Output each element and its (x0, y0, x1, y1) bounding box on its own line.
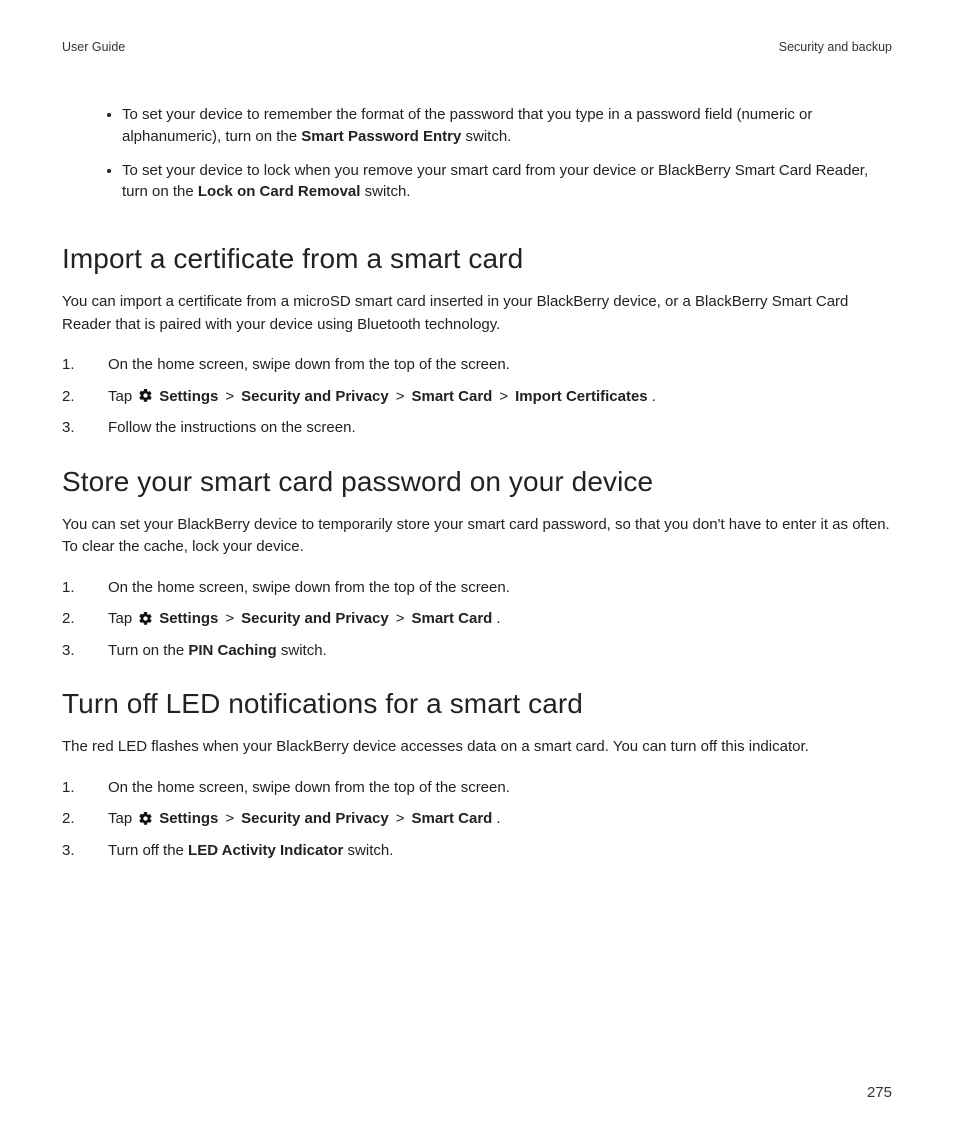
section-heading-import: Import a certificate from a smart card (62, 243, 892, 275)
step-text: Tap (108, 608, 132, 631)
step-text: On the home screen, swipe down from the … (108, 579, 510, 596)
step-bold: PIN Caching (188, 642, 276, 659)
path-smartcard: Smart Card (411, 808, 492, 831)
step-bold: LED Activity Indicator (188, 842, 343, 859)
page-number: 275 (867, 1084, 892, 1101)
list-item: Tap Settings > Security and Privacy > Sm… (62, 808, 892, 831)
step-text: switch. (277, 642, 327, 659)
list-item: Turn on the PIN Caching switch. (62, 640, 892, 663)
bullet-text: switch. (461, 128, 511, 145)
section-intro: You can set your BlackBerry device to te… (62, 514, 892, 559)
breadcrumb-separator: > (225, 608, 234, 631)
step-text: switch. (343, 842, 393, 859)
list-item: Turn off the LED Activity Indicator swit… (62, 840, 892, 863)
list-item: On the home screen, swipe down from the … (62, 354, 892, 377)
step-text: Turn on the (108, 642, 188, 659)
path-security: Security and Privacy (241, 608, 389, 631)
list-item: To set your device to remember the forma… (122, 104, 892, 148)
path-security: Security and Privacy (241, 386, 389, 409)
period: . (652, 386, 656, 409)
list-item: To set your device to lock when you remo… (122, 160, 892, 204)
steps-import: On the home screen, swipe down from the … (62, 354, 892, 440)
section-heading-store: Store your smart card password on your d… (62, 466, 892, 498)
step-text: Turn off the (108, 842, 188, 859)
header-left: User Guide (62, 40, 125, 54)
breadcrumb-separator: > (225, 808, 234, 831)
settings-gear-icon (138, 388, 153, 403)
breadcrumb-separator: > (396, 808, 405, 831)
list-item: Follow the instructions on the screen. (62, 417, 892, 440)
page-header: User Guide Security and backup (62, 40, 892, 54)
list-item: On the home screen, swipe down from the … (62, 577, 892, 600)
path-settings: Settings (159, 608, 218, 631)
path-import: Import Certificates (515, 386, 648, 409)
step-text: Follow the instructions on the screen. (108, 419, 356, 436)
step-text: Tap (108, 386, 132, 409)
step-text: On the home screen, swipe down from the … (108, 779, 510, 796)
step-text: Tap (108, 808, 132, 831)
list-item: Tap Settings > Security and Privacy > Sm… (62, 386, 892, 409)
breadcrumb-separator: > (396, 608, 405, 631)
section-intro: The red LED flashes when your BlackBerry… (62, 736, 892, 759)
section-intro: You can import a certificate from a micr… (62, 291, 892, 336)
path-settings: Settings (159, 808, 218, 831)
step-text: On the home screen, swipe down from the … (108, 356, 510, 373)
section-heading-led: Turn off LED notifications for a smart c… (62, 688, 892, 720)
steps-store: On the home screen, swipe down from the … (62, 577, 892, 663)
path-smartcard: Smart Card (411, 608, 492, 631)
period: . (496, 808, 500, 831)
breadcrumb-separator: > (225, 386, 234, 409)
path-security: Security and Privacy (241, 808, 389, 831)
breadcrumb-separator: > (499, 386, 508, 409)
list-item: Tap Settings > Security and Privacy > Sm… (62, 608, 892, 631)
steps-led: On the home screen, swipe down from the … (62, 777, 892, 863)
breadcrumb-separator: > (396, 386, 405, 409)
path-smartcard: Smart Card (411, 386, 492, 409)
settings-gear-icon (138, 611, 153, 626)
list-item: On the home screen, swipe down from the … (62, 777, 892, 800)
document-page: User Guide Security and backup To set yo… (0, 0, 954, 1145)
bullet-bold: Lock on Card Removal (198, 183, 361, 200)
settings-gear-icon (138, 811, 153, 826)
bullet-text: switch. (360, 183, 410, 200)
continuation-bullets: To set your device to remember the forma… (62, 104, 892, 203)
period: . (496, 608, 500, 631)
header-right: Security and backup (779, 40, 892, 54)
bullet-bold: Smart Password Entry (301, 128, 461, 145)
path-settings: Settings (159, 386, 218, 409)
